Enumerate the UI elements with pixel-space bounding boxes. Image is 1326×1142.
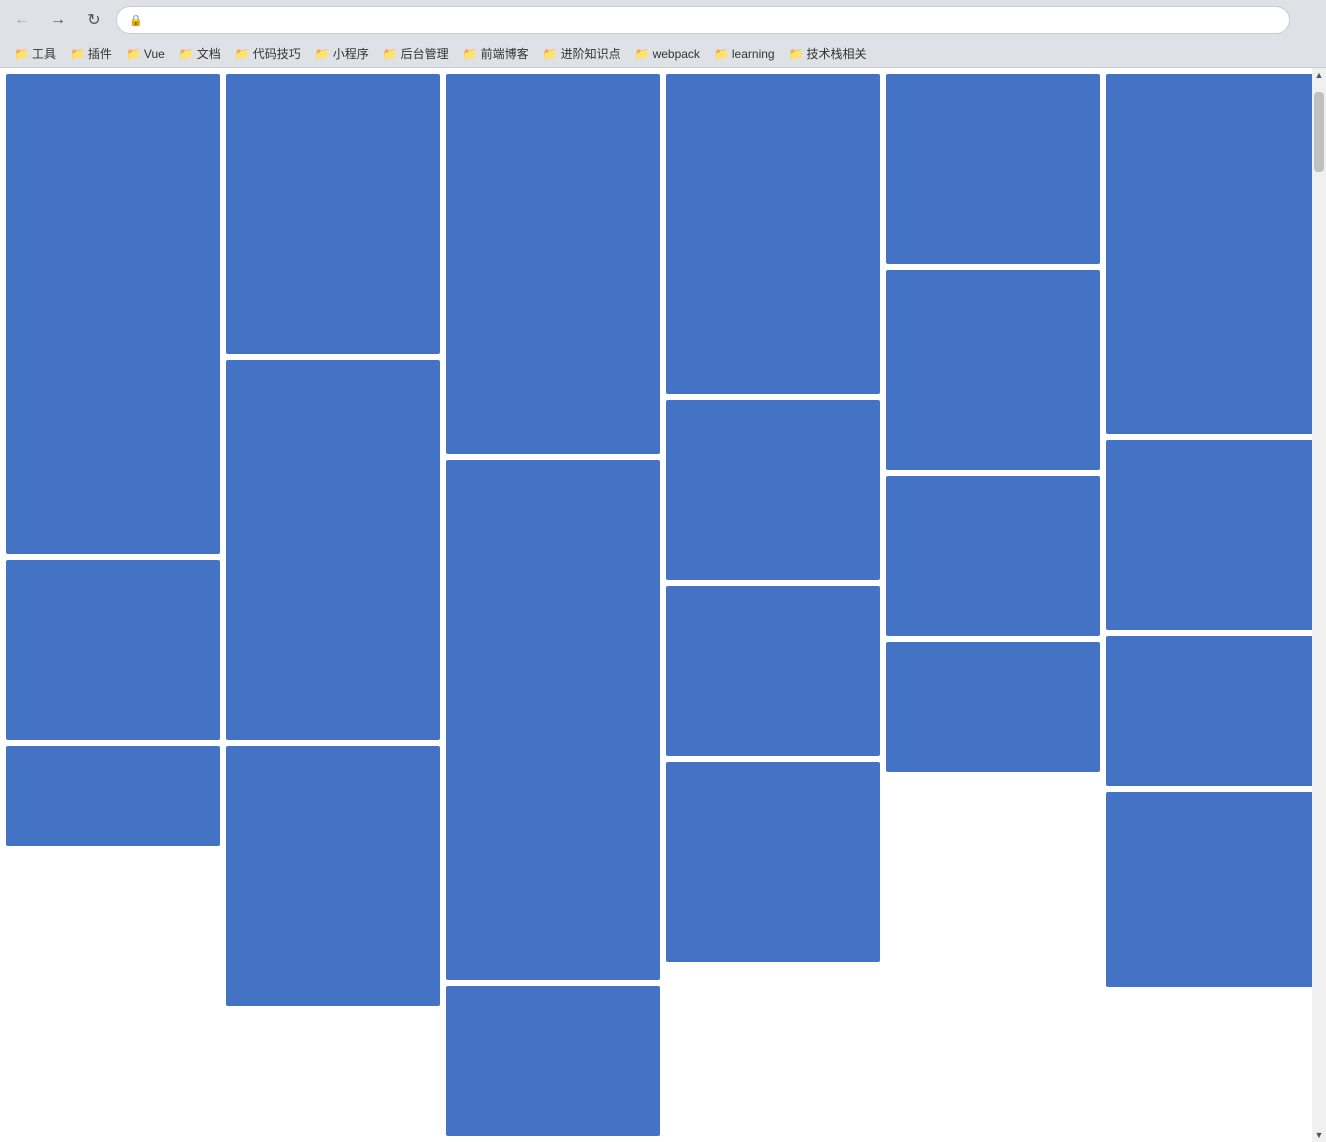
- waterfall-item: [1106, 74, 1320, 434]
- waterfall-item: [6, 746, 220, 846]
- waterfall-container: [0, 68, 1326, 1142]
- bookmark-label: 前端博客: [481, 45, 529, 62]
- waterfall-item: [886, 270, 1100, 470]
- waterfall-item: [1106, 636, 1320, 786]
- bookmark-label: webpack: [653, 47, 700, 61]
- scrollbar-up[interactable]: ▲: [1312, 68, 1326, 82]
- bookmark-item[interactable]: 📁代码技巧: [229, 43, 307, 64]
- waterfall-item: [1106, 792, 1320, 987]
- bookmark-label: 文档: [197, 45, 221, 62]
- waterfall-item: [886, 74, 1100, 264]
- bookmark-folder-icon: 📁: [635, 47, 650, 61]
- forward-icon: →: [50, 11, 66, 29]
- bookmark-label: 小程序: [333, 45, 369, 62]
- bookmark-item[interactable]: 📁文档: [173, 43, 227, 64]
- bookmark-folder-icon: 📁: [179, 47, 194, 61]
- bookmark-item[interactable]: 📁learning: [708, 45, 781, 63]
- waterfall-item: [6, 560, 220, 740]
- bookmark-item[interactable]: 📁插件: [64, 43, 118, 64]
- bookmark-item[interactable]: 📁工具: [8, 43, 62, 64]
- forward-button[interactable]: →: [44, 6, 72, 34]
- waterfall-col: [446, 74, 660, 1136]
- bookmark-item[interactable]: 📁小程序: [309, 43, 375, 64]
- bookmark-label: 进阶知识点: [561, 45, 621, 62]
- bookmark-label: 技术栈相关: [807, 45, 867, 62]
- waterfall-item: [226, 74, 440, 354]
- waterfall-item: [446, 460, 660, 980]
- waterfall-item: [666, 400, 880, 580]
- waterfall-item: [226, 746, 440, 1006]
- bookmark-label: learning: [732, 47, 775, 61]
- bookmark-label: Vue: [144, 47, 165, 61]
- bookmark-label: 工具: [32, 45, 56, 62]
- waterfall-item: [886, 476, 1100, 636]
- waterfall-col: [666, 74, 880, 962]
- bookmark-item[interactable]: 📁webpack: [629, 45, 706, 63]
- waterfall-item: [6, 74, 220, 554]
- bookmark-folder-icon: 📁: [315, 47, 330, 61]
- reload-button[interactable]: ↻: [80, 6, 108, 34]
- waterfall-col: [1106, 74, 1320, 987]
- bookmark-folder-icon: 📁: [789, 47, 804, 61]
- nav-bar: ← → ↻ 🔒: [0, 0, 1326, 40]
- back-icon: ←: [14, 11, 30, 29]
- bookmark-folder-icon: 📁: [463, 47, 478, 61]
- lock-icon: 🔒: [129, 14, 143, 27]
- bookmarks-bar: 📁工具📁插件📁Vue📁文档📁代码技巧📁小程序📁后台管理📁前端博客📁进阶知识点📁w…: [0, 40, 1326, 68]
- bookmark-label: 插件: [88, 45, 112, 62]
- bookmark-item[interactable]: 📁Vue: [120, 45, 171, 63]
- waterfall-item: [666, 586, 880, 756]
- waterfall-item: [446, 74, 660, 454]
- back-button[interactable]: ←: [8, 6, 36, 34]
- waterfall-item: [886, 642, 1100, 772]
- bookmark-folder-icon: 📁: [70, 47, 85, 61]
- reload-icon: ↻: [87, 10, 100, 30]
- scrollbar[interactable]: ▲ ▼: [1312, 68, 1326, 1142]
- bookmark-item[interactable]: 📁前端博客: [457, 43, 535, 64]
- bookmark-item[interactable]: 📁技术栈相关: [783, 43, 873, 64]
- waterfall-item: [446, 986, 660, 1136]
- bookmark-folder-icon: 📁: [383, 47, 398, 61]
- bookmark-label: 后台管理: [401, 45, 449, 62]
- waterfall-item: [1106, 440, 1320, 630]
- waterfall-col: [6, 74, 220, 846]
- waterfall-col: [226, 74, 440, 1006]
- waterfall-col: [886, 74, 1100, 772]
- bookmark-folder-icon: 📁: [235, 47, 250, 61]
- bookmark-folder-icon: 📁: [126, 47, 141, 61]
- scrollbar-thumb[interactable]: [1314, 92, 1324, 172]
- bookmark-item[interactable]: 📁进阶知识点: [537, 43, 627, 64]
- waterfall-item: [226, 360, 440, 740]
- bookmark-folder-icon: 📁: [14, 47, 29, 61]
- cursor-area: [1298, 10, 1318, 30]
- address-bar[interactable]: 🔒: [116, 6, 1290, 34]
- bookmark-folder-icon: 📁: [543, 47, 558, 61]
- page-content: ▲ ▼: [0, 68, 1326, 1142]
- bookmark-folder-icon: 📁: [714, 47, 729, 61]
- waterfall-item: [666, 762, 880, 962]
- bookmark-label: 代码技巧: [253, 45, 301, 62]
- waterfall-item: [666, 74, 880, 394]
- scrollbar-down[interactable]: ▼: [1312, 1128, 1326, 1142]
- bookmark-item[interactable]: 📁后台管理: [377, 43, 455, 64]
